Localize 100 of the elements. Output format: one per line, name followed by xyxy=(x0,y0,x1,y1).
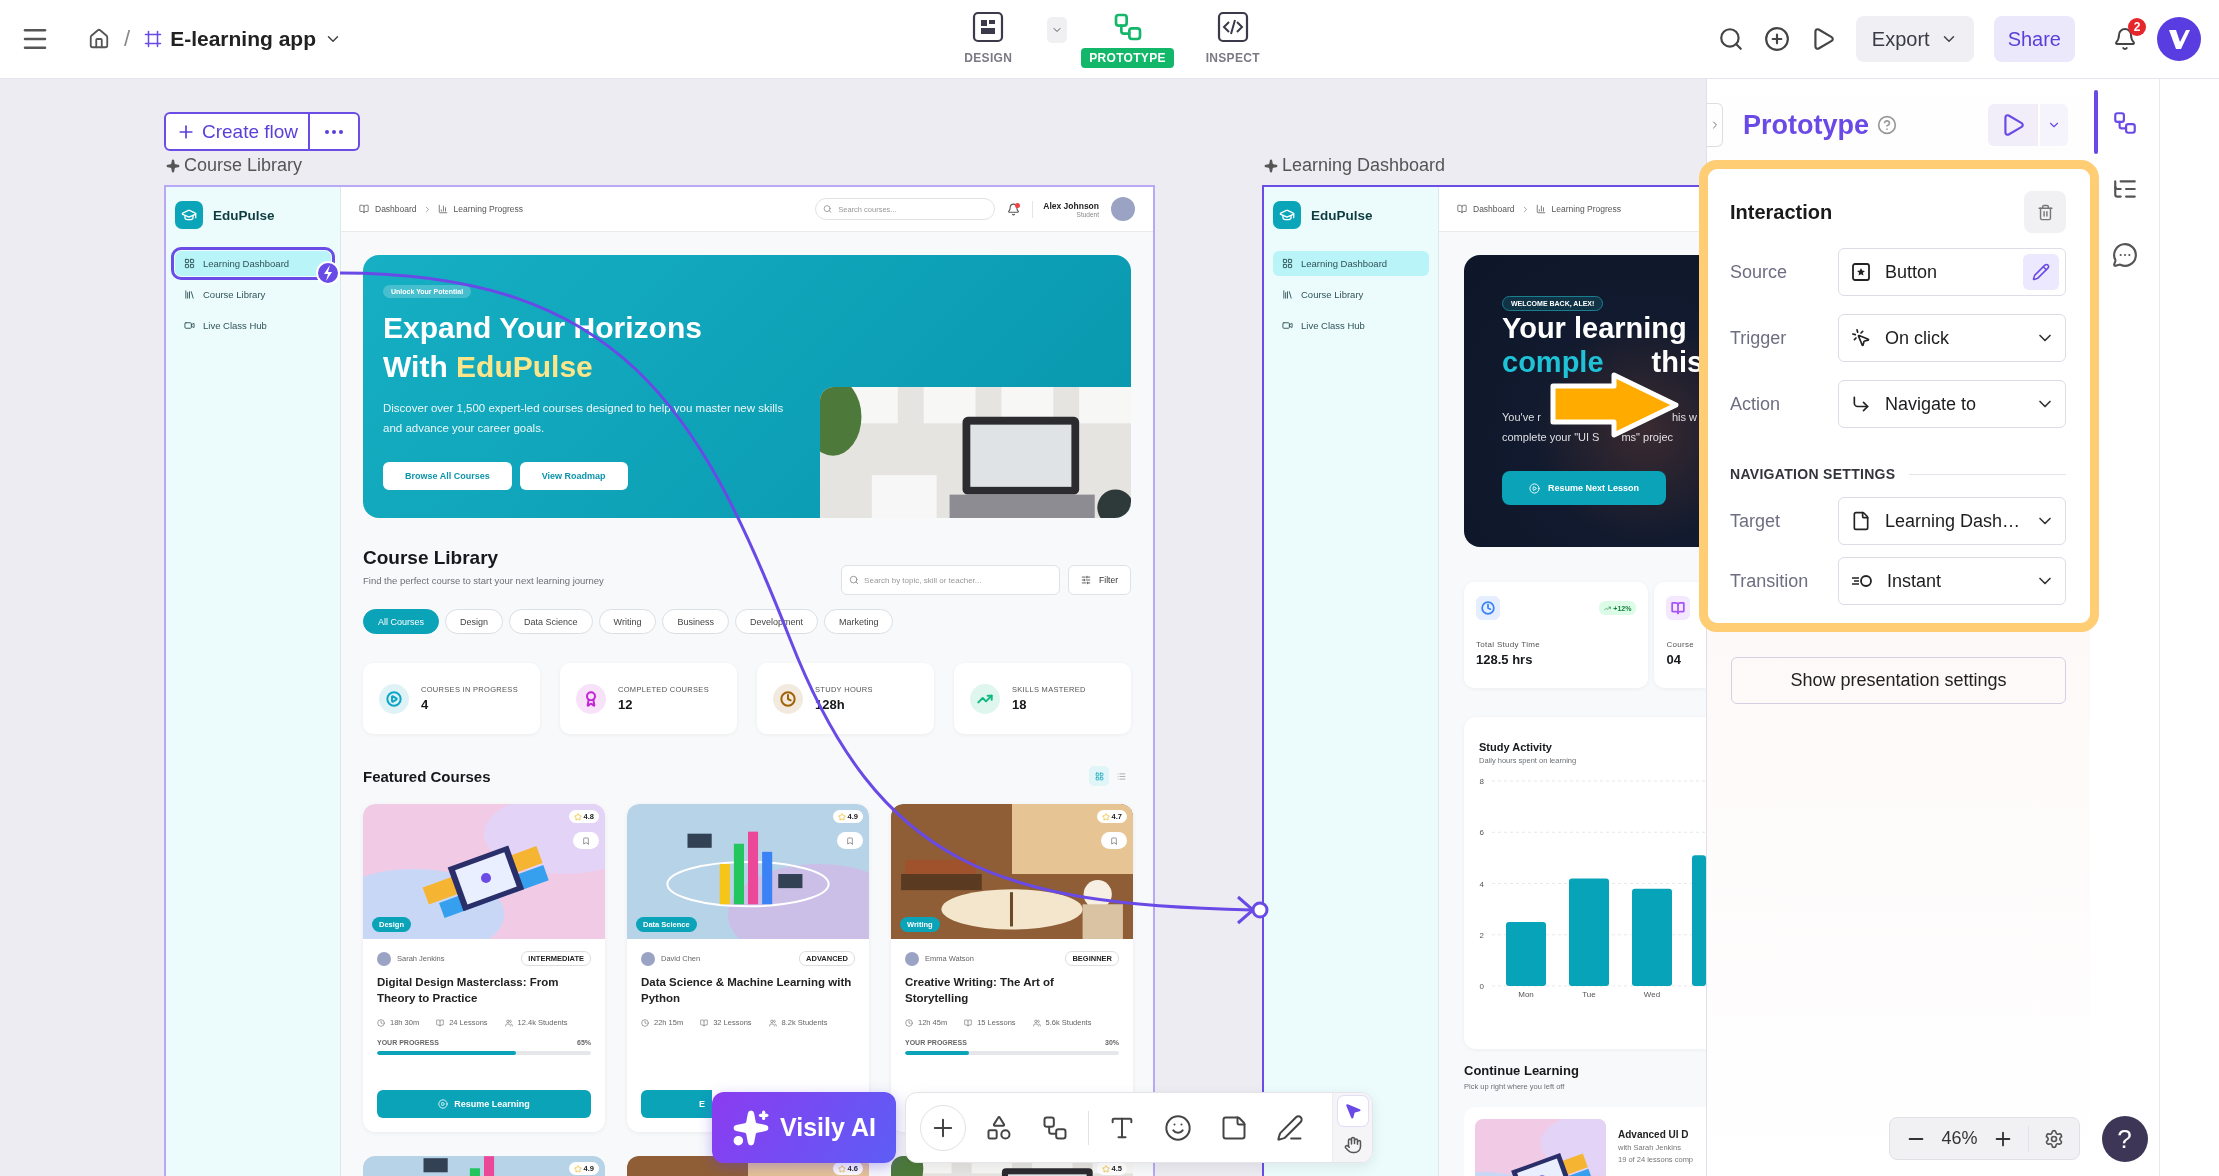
source-field[interactable]: Button xyxy=(1838,248,2066,296)
grid-icon xyxy=(184,258,195,269)
course-title: Creative Writing: The Art of Storytelling xyxy=(905,975,1055,1006)
delete-button[interactable] xyxy=(2024,191,2066,233)
dropdown[interactable]: Learning Dash… xyxy=(1838,497,2066,545)
export-button[interactable]: Export xyxy=(1855,16,1974,62)
hero-title: Expand Your Horizons xyxy=(383,310,702,346)
bookmark-icon xyxy=(1110,836,1118,845)
field-value: Learning Dash… xyxy=(1885,510,2021,532)
frame-title: Course Library xyxy=(184,155,303,176)
users-icon xyxy=(504,1018,513,1027)
presentation-settings-button[interactable]: Show presentation settings xyxy=(1731,657,2066,704)
nav-item[interactable]: Live Class Hub xyxy=(175,313,331,338)
logo-icon[interactable] xyxy=(2157,17,2201,61)
axis-label: 8 xyxy=(1479,777,1484,786)
stat-value: 128.5 hrs xyxy=(1476,652,1534,667)
hero-button[interactable]: View Roadmap xyxy=(519,462,628,490)
field-value: Button xyxy=(1885,261,1938,283)
stat-label: Course xyxy=(1666,640,1694,649)
grid-icon xyxy=(1282,258,1293,269)
hero-title: Your learning xyxy=(1502,311,1688,345)
star-icon xyxy=(837,1164,846,1173)
section-title: Featured Courses xyxy=(363,767,491,785)
field-label: Target xyxy=(1730,510,1782,532)
page-icon xyxy=(1851,511,1871,531)
star-icon xyxy=(573,1164,582,1173)
nav-item[interactable]: Course Library xyxy=(1273,282,1429,307)
filter-chip[interactable]: Writing xyxy=(598,609,657,634)
dropdown[interactable]: Navigate to xyxy=(1838,380,2066,428)
stat-value: 04 xyxy=(1666,652,1682,667)
sparkle-icon xyxy=(732,1108,771,1147)
breadcrumb-link[interactable]: Dashboard xyxy=(375,204,417,214)
field-label: Trigger xyxy=(1730,327,1788,349)
trend-icon xyxy=(1604,604,1612,612)
breadcrumb-link[interactable]: Learning Progress xyxy=(453,204,524,214)
hero-title: comple xyxy=(1502,345,1604,379)
filter-chip[interactable]: Marketing xyxy=(823,609,894,634)
dropdown[interactable]: On click xyxy=(1838,314,2066,362)
book-icon xyxy=(700,1018,709,1027)
settings-icon[interactable] xyxy=(2043,1128,2064,1149)
click-icon xyxy=(1851,328,1871,348)
create-flow-button[interactable]: Create flow xyxy=(164,112,311,151)
axis-label: 2 xyxy=(1479,930,1484,940)
comment-icon xyxy=(2111,242,2138,268)
dropdown[interactable]: Instant xyxy=(1838,557,2066,605)
star-icon xyxy=(573,812,582,821)
home-icon[interactable] xyxy=(88,28,110,50)
field-label: Action xyxy=(1730,393,1782,415)
course-title: Digital Design Masterclass: From Theory to Practice xyxy=(377,975,560,1006)
clock-icon xyxy=(905,1018,913,1027)
filter-chip[interactable]: Data Science xyxy=(509,609,593,634)
video-icon xyxy=(1282,320,1293,331)
help-button[interactable]: ? xyxy=(2101,1116,2148,1162)
component-icon xyxy=(1851,262,1871,282)
filter-button[interactable]: Filter xyxy=(1068,565,1131,595)
share-button[interactable]: Share xyxy=(1993,16,2075,62)
bookmark-icon xyxy=(846,836,854,845)
field-value: Instant xyxy=(1887,570,1942,592)
axis-label: 0 xyxy=(1479,982,1484,991)
play-icon xyxy=(1528,482,1540,494)
nav-item[interactable]: Course Library xyxy=(175,282,331,307)
breadcrumb-link[interactable]: Learning Progress xyxy=(1551,204,1622,214)
visily-ai-button[interactable]: Visily AI xyxy=(712,1092,896,1163)
library-icon xyxy=(1282,289,1293,300)
star-icon xyxy=(837,812,846,821)
select-tool[interactable] xyxy=(1337,1095,1368,1126)
notification-dot xyxy=(1015,202,1021,208)
add-icon[interactable] xyxy=(1763,26,1790,52)
search-icon[interactable] xyxy=(1717,26,1744,52)
filter-chip[interactable]: Design xyxy=(445,609,504,634)
zoom-level: 46% xyxy=(1941,1128,1978,1149)
nav-item[interactable]: Live Class Hub xyxy=(1273,313,1429,338)
chart-title: Study Activity xyxy=(1479,741,1553,753)
chart-icon xyxy=(437,204,448,214)
preview-button[interactable] xyxy=(1988,104,2038,146)
notification-badge: 2 xyxy=(2128,18,2146,36)
filter-chip[interactable]: Business xyxy=(662,609,729,634)
graduation-cap-icon xyxy=(1279,207,1295,223)
breadcrumb-link[interactable]: Dashboard xyxy=(1473,204,1515,214)
edit-button[interactable] xyxy=(2023,254,2059,290)
help-icon[interactable] xyxy=(1877,115,1897,135)
book-icon xyxy=(1457,204,1467,214)
navigate-icon xyxy=(1851,394,1871,414)
axis-label: 4 xyxy=(1479,879,1484,889)
mode-tab[interactable]: INSPECT xyxy=(1187,10,1278,68)
hero-button[interactable]: Browse All Courses xyxy=(383,462,512,490)
avatar xyxy=(641,951,655,966)
bell-icon[interactable] xyxy=(1007,202,1021,216)
chart-icon xyxy=(1535,204,1546,214)
mode-tab[interactable]: DESIGN xyxy=(943,10,1034,68)
nav-item[interactable]: Learning Dashboard xyxy=(1273,251,1429,276)
stat-label: Total Study Time xyxy=(1476,640,1541,649)
sparkle-icon xyxy=(1264,158,1278,173)
more-button[interactable] xyxy=(310,112,361,151)
search-field[interactable]: Search by topic, skill or teacher... xyxy=(841,565,1061,595)
hero-title: this xyxy=(1651,345,1704,379)
project-name[interactable]: E-learning app xyxy=(144,27,342,51)
pencil-icon xyxy=(2032,263,2050,281)
code-icon xyxy=(1216,10,1249,43)
sparkle-icon xyxy=(166,158,180,173)
